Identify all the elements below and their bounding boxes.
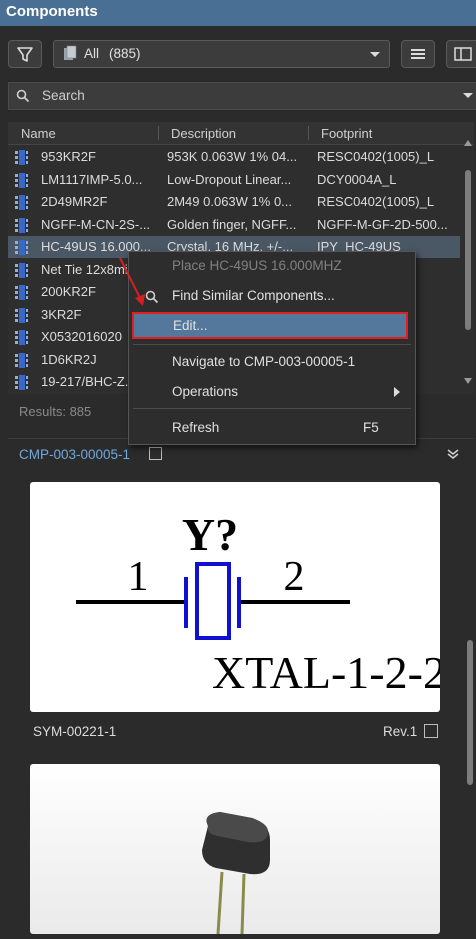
filter-value: All bbox=[84, 46, 100, 61]
cell-name: 2D49MR2F bbox=[41, 194, 108, 209]
library-filter-combo[interactable]: All (885) bbox=[53, 40, 390, 68]
table-row[interactable]: LM1117IMP-5.0... Low-Dropout Linear... DCY… bbox=[8, 169, 460, 191]
component-icon bbox=[15, 240, 28, 255]
table-row[interactable]: NGFF-M-CN-2S-... Golden finger, NGFF... NG… bbox=[8, 214, 460, 236]
component-icon bbox=[15, 375, 28, 390]
cell-name: LM1117IMP-5.0... bbox=[41, 171, 143, 187]
crystal-symbol-drawing: Y? 1 2 XTAL-1-2-2 bbox=[76, 509, 446, 698]
component-icon bbox=[15, 352, 28, 368]
search-input[interactable]: Search bbox=[42, 88, 85, 103]
cell-name: 953KR2F bbox=[41, 149, 96, 164]
symbol-preview: Y? 1 2 XTAL-1-2-2 bbox=[30, 482, 446, 712]
component-icon bbox=[15, 195, 28, 210]
column-header-name[interactable]: Name bbox=[21, 126, 56, 141]
cell-footprint: DCY0004A_L bbox=[317, 171, 397, 187]
chevron-down-icon[interactable] bbox=[462, 92, 474, 100]
filter-button[interactable] bbox=[8, 40, 42, 68]
toolbar: All (885) bbox=[0, 26, 476, 76]
table-row[interactable]: 953KR2F 953K 0.063W 1% 04... RESC0402(1005… bbox=[8, 146, 460, 168]
symbol-checkbox[interactable] bbox=[424, 724, 438, 738]
chevron-down-icon bbox=[370, 52, 380, 57]
details-scrollbar-thumb[interactable] bbox=[467, 640, 473, 785]
component-checkbox[interactable] bbox=[149, 447, 162, 460]
menu-item-navigate[interactable]: Navigate to CMP-003-00005-1 bbox=[129, 350, 413, 374]
component-icon bbox=[15, 307, 28, 323]
table-scrollbar-thumb[interactable] bbox=[465, 170, 471, 330]
search-box[interactable]: Search bbox=[8, 82, 476, 110]
table-row[interactable]: 2D49MR2F 2M49 0.063W 1% 0... RESC0402(1005… bbox=[8, 191, 460, 213]
symbol-name: SYM-00221-1 bbox=[33, 724, 117, 739]
menu-item-place: Place HC-49US 16.000MHZ bbox=[172, 258, 342, 273]
filter-count: (885) bbox=[109, 46, 141, 61]
cell-description: 953K 0.063W 1% 04... bbox=[167, 149, 298, 164]
cell-description: 2M49 0.063W 1% 0... bbox=[167, 194, 293, 209]
panel-title-bar: Components bbox=[0, 0, 476, 26]
panel-title: Components bbox=[6, 3, 98, 20]
collapse-icon[interactable] bbox=[447, 448, 459, 460]
menu-item-operations[interactable]: Operations bbox=[129, 380, 413, 404]
cell-footprint: RESC0402(1005)_L bbox=[317, 149, 435, 164]
symbol-value: XTAL-1-2-2 bbox=[212, 647, 440, 698]
menu-item-refresh[interactable]: Refresh F5 bbox=[129, 416, 413, 440]
library-icon bbox=[64, 45, 77, 60]
cell-name: NGFF-M-CN-2S-... bbox=[41, 216, 151, 232]
scroll-down-icon[interactable] bbox=[464, 378, 472, 384]
column-header-description[interactable]: Description bbox=[171, 126, 236, 141]
search-icon bbox=[16, 89, 30, 103]
funnel-icon bbox=[17, 47, 33, 62]
layout-toggle-button[interactable] bbox=[446, 40, 476, 68]
symbol-pin1-label: 1 bbox=[128, 554, 149, 600]
annotation-arrow bbox=[119, 257, 145, 306]
symbol-designator: Y? bbox=[182, 509, 238, 560]
scroll-up-icon[interactable] bbox=[464, 140, 472, 146]
cell-footprint: NGFF-M-GF-2D-500... bbox=[317, 216, 448, 232]
component-icon bbox=[15, 285, 28, 300]
symbol-revision: Rev.1 bbox=[383, 724, 418, 739]
cell-description: Low-Dropout Linear... bbox=[167, 171, 292, 187]
context-menu: Place HC-49US 16.000MHZ Find Similar Com… bbox=[128, 251, 416, 445]
menu-item-find-similar[interactable]: Find Similar Components... bbox=[129, 284, 413, 308]
menu-button[interactable] bbox=[401, 40, 435, 68]
component-icon bbox=[15, 262, 28, 278]
cell-footprint: RESC0402(1005)_L bbox=[317, 194, 435, 209]
column-header-footprint[interactable]: Footprint bbox=[321, 126, 372, 141]
refresh-shortcut: F5 bbox=[363, 420, 379, 435]
menu-item-edit[interactable]: Edit... bbox=[132, 312, 408, 339]
component-icon bbox=[15, 330, 28, 345]
table-scrollbar[interactable] bbox=[464, 140, 472, 385]
component-id-link[interactable]: CMP-003-00005-1 bbox=[19, 447, 130, 462]
submenu-arrow-icon bbox=[394, 387, 400, 397]
split-view-icon bbox=[454, 47, 472, 61]
component-icon bbox=[15, 172, 28, 188]
crystal-3d-model bbox=[202, 812, 270, 935]
component-icon bbox=[15, 150, 28, 165]
hamburger-icon bbox=[411, 49, 425, 59]
results-count: Results: 885 bbox=[19, 404, 92, 419]
component-icon bbox=[15, 217, 28, 233]
3d-model-preview bbox=[30, 764, 440, 935]
cell-description: Golden finger, NGFF... bbox=[167, 216, 297, 232]
symbol-pin2-label: 2 bbox=[284, 554, 305, 600]
table-header: Name Description Footprint bbox=[8, 122, 474, 145]
